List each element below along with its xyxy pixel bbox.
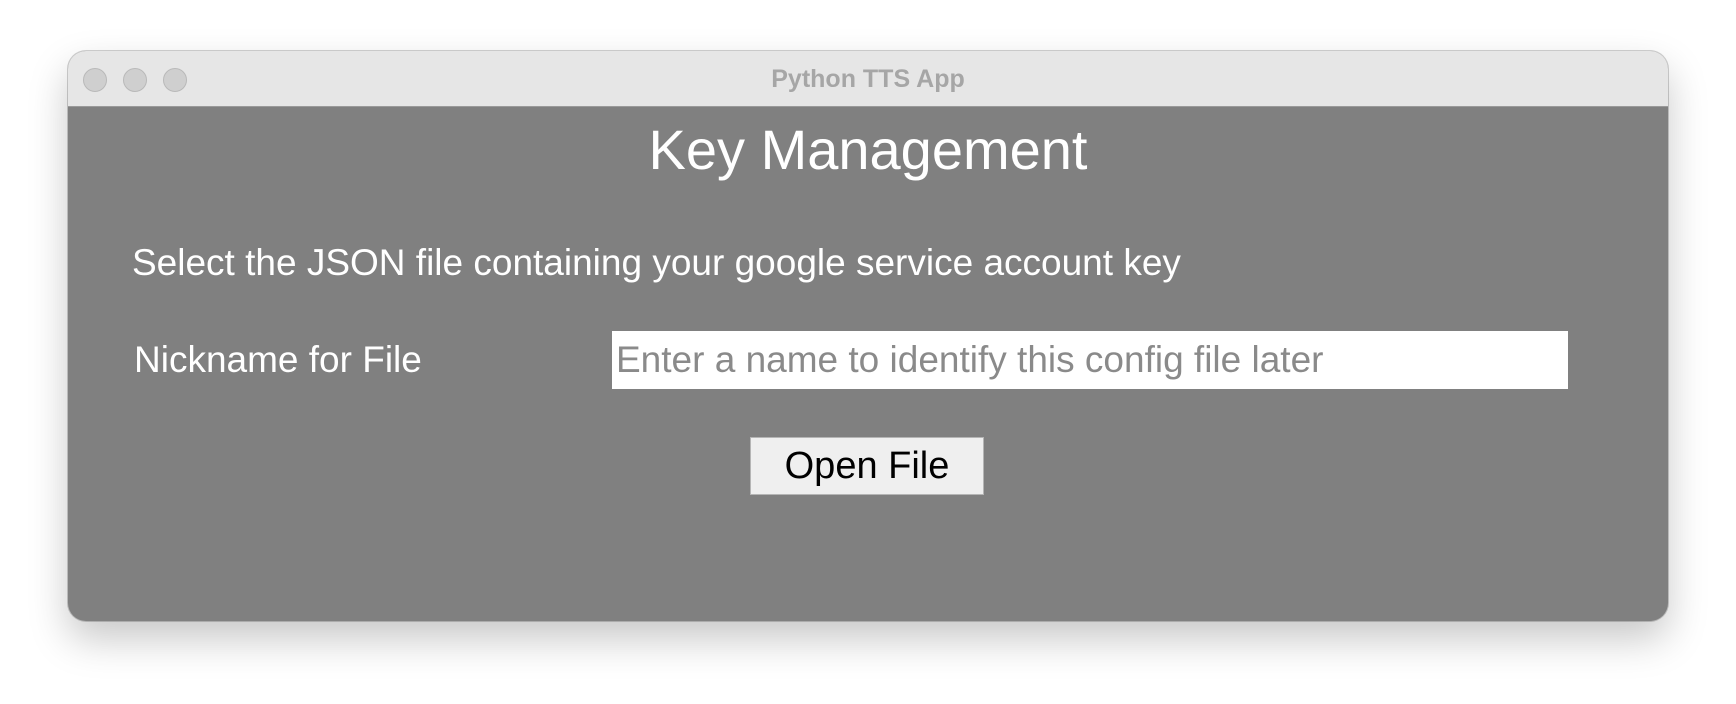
title-bar[interactable]: Python TTS App (68, 51, 1668, 107)
app-window: Python TTS App Key Management Select the… (68, 51, 1668, 621)
nickname-label: Nickname for File (134, 339, 422, 380)
instruction-text: Select the JSON file containing your goo… (132, 242, 1181, 283)
open-file-button[interactable]: Open File (750, 437, 984, 495)
page-title: Key Management (648, 118, 1088, 181)
main-content: Key Management Select the JSON file cont… (68, 107, 1668, 621)
window-title: Python TTS App (771, 65, 965, 93)
nickname-input[interactable] (612, 331, 1568, 389)
